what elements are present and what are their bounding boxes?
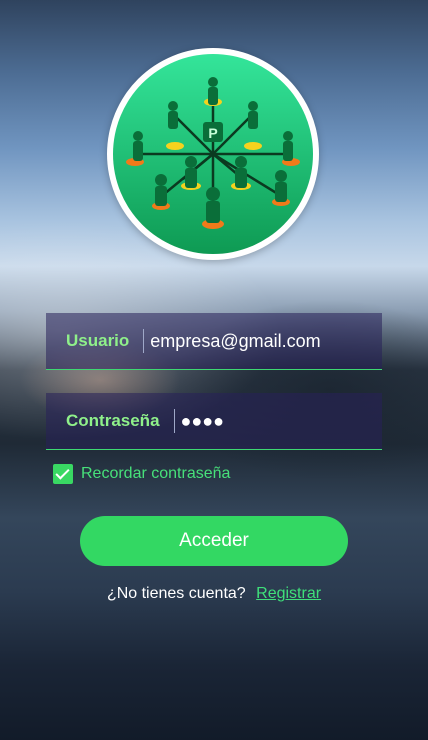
password-field[interactable]: Contraseña ●●●● <box>46 393 382 450</box>
register-link[interactable]: Registrar <box>256 585 321 602</box>
username-field[interactable]: Usuario empresa@gmail.com <box>46 313 382 370</box>
password-separator <box>173 409 175 433</box>
remember-checkbox[interactable] <box>53 464 73 484</box>
password-label: Contraseña <box>66 411 160 430</box>
register-prompt: ¿No tienes cuenta? Registrar <box>0 585 428 603</box>
username-separator <box>143 329 145 353</box>
no-account-text: ¿No tienes cuenta? <box>106 585 246 602</box>
remember-label: Recordar contraseña <box>81 465 231 482</box>
app-logo: P <box>107 48 319 260</box>
remember-password[interactable]: Recordar contraseña <box>53 463 230 485</box>
username-input[interactable]: empresa@gmail.com <box>150 331 320 352</box>
svg-text:P: P <box>208 125 217 141</box>
people-network-logo-icon: P <box>113 54 313 254</box>
password-input[interactable]: ●●●● <box>181 411 225 432</box>
login-button[interactable]: Acceder <box>80 516 348 566</box>
username-label: Usuario <box>66 331 130 350</box>
